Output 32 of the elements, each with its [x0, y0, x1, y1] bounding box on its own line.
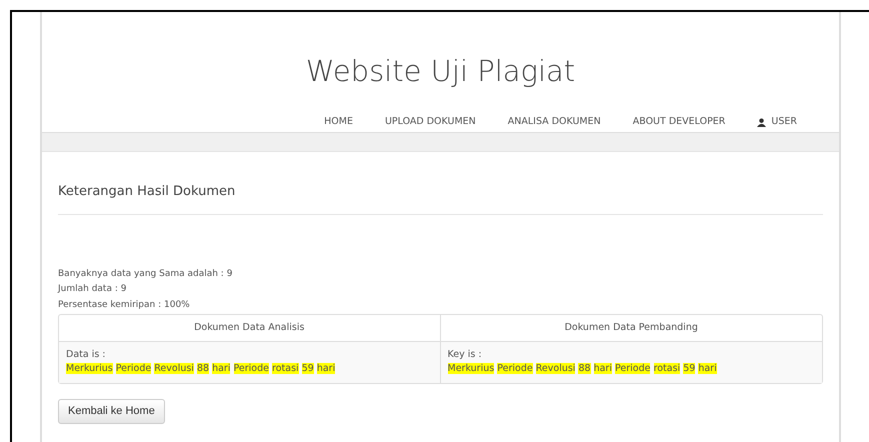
back-button[interactable]: Kembali ke Home — [58, 399, 165, 424]
highlighted-word: 88 — [196, 363, 210, 374]
highlighted-word: 88 — [578, 363, 591, 374]
nav-link[interactable]: USER — [757, 112, 797, 132]
highlighted-word: Periode — [497, 363, 533, 374]
highlighted-word: Revolusi — [154, 363, 194, 374]
cell-label: Key is : — [448, 348, 483, 362]
highlighted-word: Merkurius — [448, 363, 494, 374]
highlighted-word: 59 — [683, 363, 696, 374]
nav-link[interactable]: ANALISA DOKUMEN — [508, 112, 601, 132]
cell-label: Data is : — [66, 348, 107, 362]
highlighted-word: Periode — [234, 363, 269, 374]
highlighted-word: 59 — [302, 363, 314, 374]
highlighted-word: hari — [212, 363, 230, 374]
nav-link[interactable]: UPLOAD DOKUMEN — [384, 112, 476, 132]
highlighted-word: rotasi — [272, 363, 299, 374]
highlighted-word: Revolusi — [536, 363, 576, 374]
section-title: Keterangan Hasil Dokumen — [58, 182, 823, 214]
highlighted-word: Periode — [116, 363, 152, 374]
stat-text: Jumlah data : 9 — [58, 283, 128, 296]
highlighted-word: hari — [594, 363, 612, 374]
nav-link[interactable]: HOME — [324, 112, 353, 132]
highlighted-word: hari — [698, 363, 717, 374]
stat-text: Persentase kemiripan : 100% — [58, 298, 191, 312]
highlighted-word: rotasi — [654, 363, 680, 374]
highlighted-word: Merkurius — [66, 363, 113, 374]
stat-text: Banyaknya data yang Sama adalah : 9 — [58, 268, 234, 280]
user-icon — [757, 118, 766, 126]
nav-link[interactable]: ABOUT DEVELOPER — [632, 112, 726, 132]
site-title: Website Uji Plagiat — [306, 54, 576, 88]
highlighted-word: hari — [316, 363, 336, 374]
highlighted-word: Periode — [615, 363, 650, 374]
